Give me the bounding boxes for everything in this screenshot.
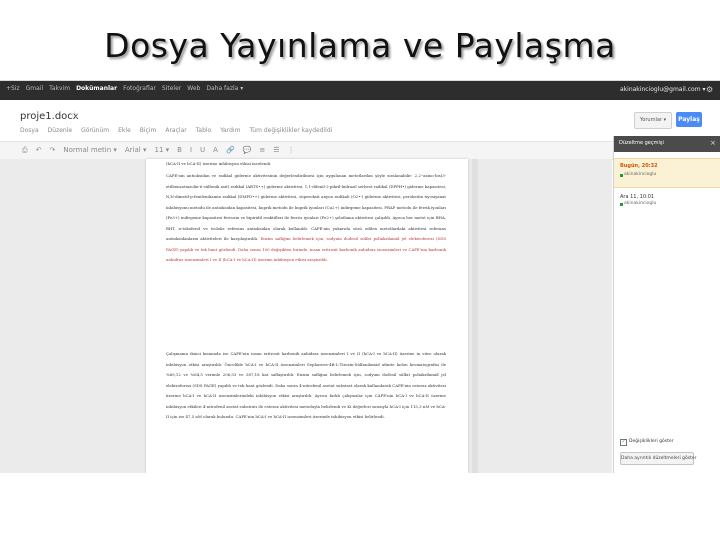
bold-icon[interactable]: B — [177, 146, 182, 155]
document-page[interactable]: (hCA-II ve bCA-II) üzerine inhibisyon et… — [146, 159, 468, 473]
menu-file[interactable]: Dosya — [20, 127, 39, 134]
align-icon[interactable]: ≡ — [259, 146, 265, 155]
document-scrollbar[interactable] — [472, 159, 478, 473]
underline-icon[interactable]: U — [200, 146, 205, 155]
share-button[interactable]: Paylaş — [676, 112, 702, 127]
revision-history-panel: Düzeltme geçmişi × Bugün, 20:32 akinakin… — [613, 136, 720, 473]
menu-format[interactable]: Biçim — [140, 127, 157, 134]
menu-help[interactable]: Yardım — [220, 127, 240, 134]
italic-icon[interactable]: I — [190, 146, 192, 155]
revision-panel-title: Düzeltme geçmişi — [619, 140, 664, 146]
show-changes-checkbox[interactable]: ✓ — [620, 439, 627, 446]
account-email[interactable]: akinakincioglu@gmail.com ▾ — [620, 86, 705, 93]
menu-edit[interactable]: Düzenle — [48, 127, 72, 134]
paragraph-1: (hCA-II ve bCA-II) üzerine inhibisyon et… — [166, 161, 272, 166]
menu-view[interactable]: Görünüm — [81, 127, 109, 134]
undo-icon[interactable]: ↶ — [36, 146, 42, 155]
comment-icon[interactable]: 💬 — [243, 146, 252, 155]
user-color-dot — [620, 174, 623, 177]
user-color-dot — [620, 203, 623, 206]
revision-date: Ara 11, 10:01 — [620, 194, 655, 200]
star-icon[interactable]: ☆ — [70, 110, 79, 121]
comments-button[interactable]: Yorumlar ▾ — [634, 112, 672, 129]
detailed-revisions-button[interactable]: Daha ayrıntılı düzeltmeleri göster — [620, 452, 696, 465]
link-icon[interactable]: 🔗 — [226, 146, 235, 155]
paragraph-3: Çalışmanın ikinci kısmında ise CAPE'nin … — [166, 351, 446, 419]
close-icon[interactable]: × — [710, 139, 716, 147]
revision-user: akinakincioglu — [624, 201, 657, 206]
show-changes-label: Değişiklikleri göster — [629, 439, 674, 444]
style-select[interactable]: Normal metin ▾ — [63, 146, 117, 155]
menu-table[interactable]: Tablo — [196, 127, 212, 134]
list-icon[interactable]: ☰ — [273, 146, 279, 155]
menu-bar: Dosya Düzenle Görünüm Ekle Biçim Araçlar… — [20, 127, 332, 134]
font-size-select[interactable]: 11 ▾ — [155, 146, 170, 155]
google-bar: +Siz Gmail Takvim Dokümanlar Fotoğraflar… — [0, 81, 720, 100]
gbar-link-plus[interactable]: +Siz — [6, 85, 20, 92]
gbar-link-web[interactable]: Web — [187, 85, 200, 92]
gbar-link-documents[interactable]: Dokümanlar — [76, 85, 117, 92]
toolbar-icons: ⎙ ↶ ↷ Normal metin ▾ Arial ▾ 11 ▾ B I U … — [22, 146, 295, 155]
revision-item[interactable]: Bugün, 20:32 akinakincioglu — [614, 158, 720, 188]
gbar-link-gmail[interactable]: Gmail — [26, 85, 44, 92]
menu-insert[interactable]: Ekle — [118, 127, 131, 134]
paragraph-2: CAPE'nin antioksidan ve radikal giderme … — [166, 171, 446, 266]
document-canvas: (hCA-II ve bCA-II) üzerine inhibisyon et… — [0, 159, 612, 473]
revision-panel-header: Düzeltme geçmişi × — [614, 136, 720, 152]
gbar-link-sites[interactable]: Siteler — [162, 85, 181, 92]
gbar-link-more[interactable]: Daha fazla ▾ — [206, 85, 243, 92]
save-status: Tüm değişiklikler kaydedildi — [249, 127, 333, 134]
gbar-link-calendar[interactable]: Takvim — [49, 85, 70, 92]
google-bar-links: +Siz Gmail Takvim Dokümanlar Fotoğraflar… — [6, 85, 243, 92]
text-color-icon[interactable]: A — [213, 146, 218, 155]
gear-icon[interactable]: ⚙ — [706, 85, 713, 94]
more-icon[interactable]: ⋮ — [288, 146, 295, 155]
revision-date: Bugün, 20:32 — [620, 163, 658, 169]
revision-user: akinakincioglu — [624, 172, 657, 177]
formatting-toolbar: ⎙ ↶ ↷ Normal metin ▾ Arial ▾ 11 ▾ B I U … — [0, 141, 720, 160]
redo-icon[interactable]: ↷ — [49, 146, 55, 155]
print-icon[interactable]: ⎙ — [22, 146, 28, 155]
google-docs-screenshot: +Siz Gmail Takvim Dokümanlar Fotoğraflar… — [0, 80, 720, 473]
paragraph-2-text: CAPE'nin antioksidan ve radikal giderme … — [166, 173, 446, 241]
font-select[interactable]: Arial ▾ — [125, 146, 147, 155]
gbar-link-photos[interactable]: Fotoğraflar — [123, 85, 156, 92]
menu-tools[interactable]: Araçlar — [165, 127, 186, 134]
slide-title: Dosya Yayınlama ve Paylaşma — [104, 26, 616, 65]
